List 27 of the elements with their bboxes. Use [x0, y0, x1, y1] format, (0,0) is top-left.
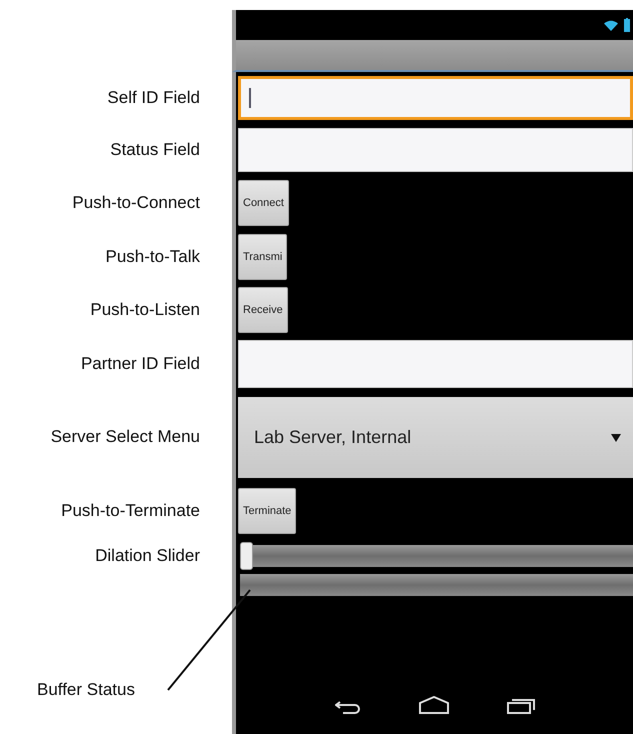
annotation-label: Push-to-Listen: [90, 300, 200, 320]
back-icon[interactable]: [334, 700, 360, 714]
annotation-label: Push-to-Talk: [106, 247, 200, 267]
action-button[interactable]: Terminate: [238, 488, 296, 534]
text-field[interactable]: [238, 340, 633, 388]
dropdown-arrow-icon: [611, 434, 621, 442]
annotation-label: Push-to-Terminate: [61, 500, 200, 520]
annotation-label: Partner ID Field: [80, 354, 200, 374]
recent-apps-icon[interactable]: [506, 696, 534, 714]
text-field[interactable]: [238, 128, 633, 172]
slider[interactable]: [240, 542, 633, 570]
annotation-label: Status Field: [110, 140, 200, 160]
wifi-icon: [604, 20, 618, 30]
annotation-label: Server Select Menu: [50, 427, 200, 447]
action-button[interactable]: Receive: [238, 287, 288, 333]
text-cursor: [249, 88, 251, 108]
annotation-label: Push-to-Connect: [72, 193, 200, 213]
slider-thumb[interactable]: [240, 542, 253, 570]
home-icon[interactable]: [418, 696, 448, 714]
battery-icon: [624, 18, 630, 32]
action-button[interactable]: Transmi: [238, 234, 288, 280]
text-field[interactable]: [238, 76, 633, 120]
server-dropdown[interactable]: Lab Server, Internal: [238, 397, 633, 478]
annotation-label: Buffer Status: [37, 680, 135, 700]
annotation-label: Self ID Field: [107, 88, 200, 108]
annotation-label: Dilation Slider: [95, 546, 200, 566]
action-button[interactable]: Connect: [238, 180, 289, 226]
